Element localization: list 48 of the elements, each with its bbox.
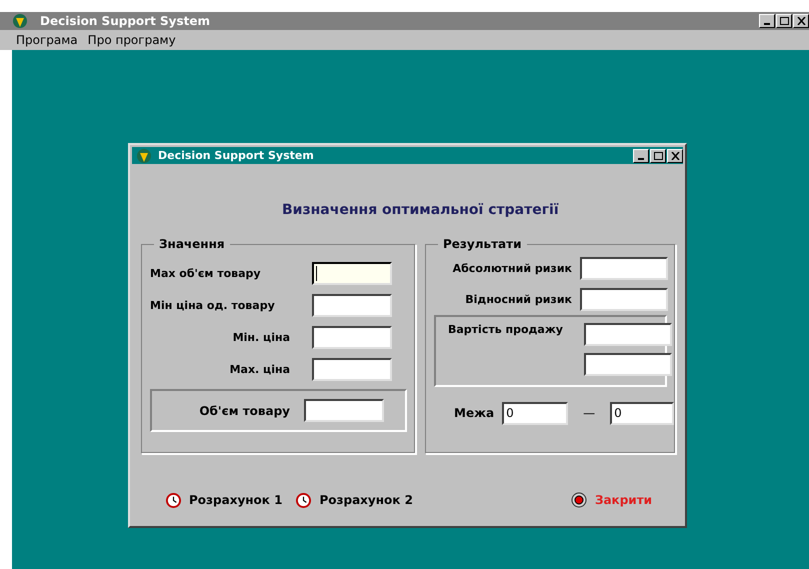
field-label: Абсолютний ризик [452, 262, 573, 275]
heading: Визначення оптимальної стратегії [282, 202, 560, 218]
clock-icon [166, 492, 181, 508]
input-field[interactable] [312, 358, 392, 380]
text-cursor [316, 266, 317, 280]
field-label: Об'єм товару [198, 404, 291, 418]
field-label: Мін ціна од. товару [150, 298, 276, 312]
input-field[interactable] [580, 257, 668, 280]
app-logo-icon [12, 13, 28, 29]
close-icon [670, 152, 680, 160]
action-button[interactable]: Розрахунок 2 [296, 492, 413, 508]
dialog-title: Decision Support System [158, 149, 315, 162]
restore-button[interactable] [776, 14, 792, 28]
maximize-icon [654, 152, 662, 160]
clock-icon [296, 492, 312, 508]
minimize-icon [764, 23, 770, 25]
field-label: Мах об'єм товару [150, 266, 262, 280]
minimize-button[interactable] [759, 14, 775, 28]
field-label: Мах. ціна [228, 362, 291, 376]
stop-icon [570, 492, 587, 508]
field-label: Вартість продажу [448, 323, 564, 338]
group-title: Значення [154, 237, 230, 251]
minimize-button[interactable] [633, 148, 649, 162]
action-button[interactable]: Розрахунок 1 [166, 492, 282, 508]
input-field[interactable] [312, 262, 392, 284]
maximize-button[interactable] [650, 148, 666, 162]
input-field[interactable] [580, 288, 668, 311]
input-field[interactable] [584, 323, 672, 346]
input-field[interactable] [312, 294, 392, 316]
limit-label: Межа [454, 406, 494, 420]
input-field[interactable] [304, 399, 384, 422]
minimize-icon [638, 158, 644, 160]
window-title: Decision Support System [40, 14, 211, 28]
app-logo-icon [136, 148, 152, 164]
field-label: Мін. ціна [232, 330, 291, 344]
close-button[interactable] [793, 14, 809, 28]
field-label: Відносний ризик [464, 293, 573, 306]
menu-item[interactable]: Про програму [88, 33, 176, 47]
restore-icon [780, 17, 788, 25]
input-field[interactable] [312, 326, 392, 348]
group-title: Результати [438, 237, 527, 251]
input-field[interactable]: 0 [610, 402, 674, 424]
input-field[interactable] [584, 353, 672, 376]
close-button[interactable] [667, 148, 683, 162]
input-field[interactable]: 0 [502, 402, 568, 424]
close-icon [796, 17, 806, 25]
menu-item[interactable]: Програма [16, 33, 78, 47]
dash: — [582, 406, 596, 420]
